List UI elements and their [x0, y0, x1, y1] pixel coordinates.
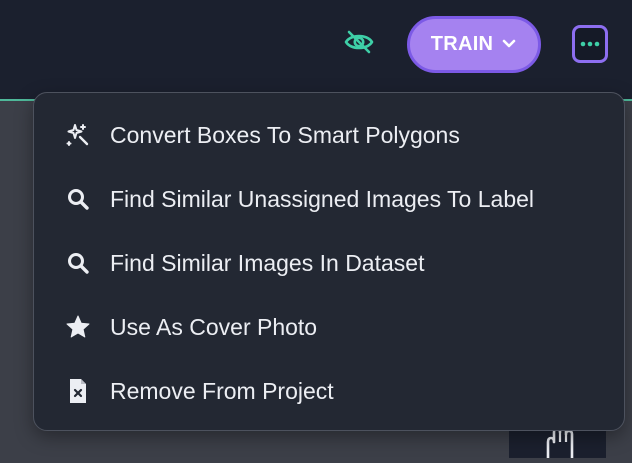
chevron-down-icon	[501, 33, 517, 56]
menu-item-label: Remove From Project	[110, 377, 334, 404]
menu-item-label: Use As Cover Photo	[110, 313, 318, 340]
more-options-button[interactable]	[572, 25, 608, 63]
eye-off-icon	[343, 30, 375, 59]
search-icon	[63, 184, 93, 214]
menu-item-remove-from-project[interactable]: Remove From Project	[34, 359, 624, 423]
menu-item-label: Find Similar Images In Dataset	[110, 249, 425, 276]
menu-item-label: Find Similar Unassigned Images To Label	[110, 185, 535, 212]
train-label: TRAIN	[430, 33, 494, 55]
search-icon	[63, 248, 93, 278]
top-bar: TRAIN	[0, 0, 632, 100]
dots-horizontal-icon	[579, 35, 601, 53]
menu-item-use-as-cover-photo[interactable]: Use As Cover Photo	[34, 295, 624, 359]
star-icon	[63, 312, 93, 342]
menu-item-find-similar-unassigned[interactable]: Find Similar Unassigned Images To Label	[34, 167, 624, 231]
menu-item-label: Convert Boxes To Smart Polygons	[110, 121, 460, 148]
menu-item-find-similar-in-dataset[interactable]: Find Similar Images In Dataset	[34, 231, 624, 295]
image-options-menu: Convert Boxes To Smart Polygons Find Sim…	[33, 92, 625, 431]
magic-sparkle-icon	[63, 120, 93, 150]
file-remove-icon	[63, 376, 93, 406]
menu-item-convert-smart-polygons[interactable]: Convert Boxes To Smart Polygons	[34, 103, 624, 167]
toggle-visibility-button[interactable]	[340, 25, 378, 63]
train-button[interactable]: TRAIN	[407, 16, 541, 73]
